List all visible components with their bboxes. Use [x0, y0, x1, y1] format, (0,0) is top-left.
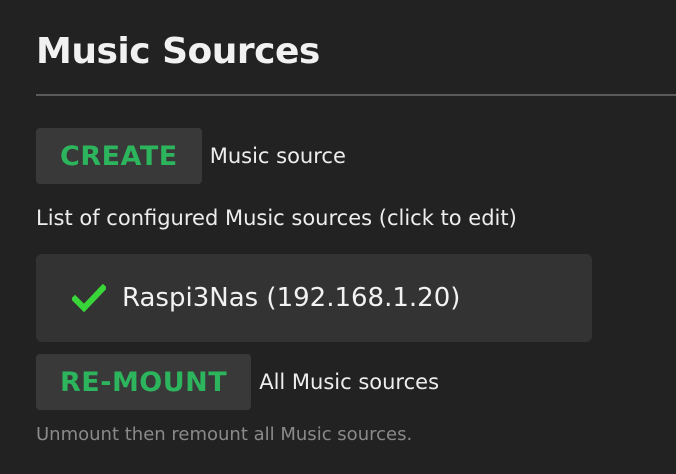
create-row: CREATE Music source [36, 128, 346, 184]
remount-row: RE-MOUNT All Music sources [36, 354, 439, 410]
title-divider [36, 94, 676, 96]
music-source-label: Raspi3Nas (192.168.1.20) [122, 283, 461, 313]
remount-note: Unmount then remount all Music sources. [36, 424, 413, 445]
remount-description: All Music sources [259, 370, 440, 394]
create-button[interactable]: CREATE [36, 128, 202, 184]
music-sources-page: Music Sources CREATE Music source List o… [0, 0, 676, 474]
page-title: Music Sources [36, 31, 320, 72]
remount-button[interactable]: RE-MOUNT [36, 354, 252, 410]
check-icon [72, 283, 106, 313]
create-description: Music source [209, 144, 346, 168]
music-source-item[interactable]: Raspi3Nas (192.168.1.20) [36, 254, 592, 342]
list-caption: List of configured Music sources (click … [36, 206, 517, 230]
